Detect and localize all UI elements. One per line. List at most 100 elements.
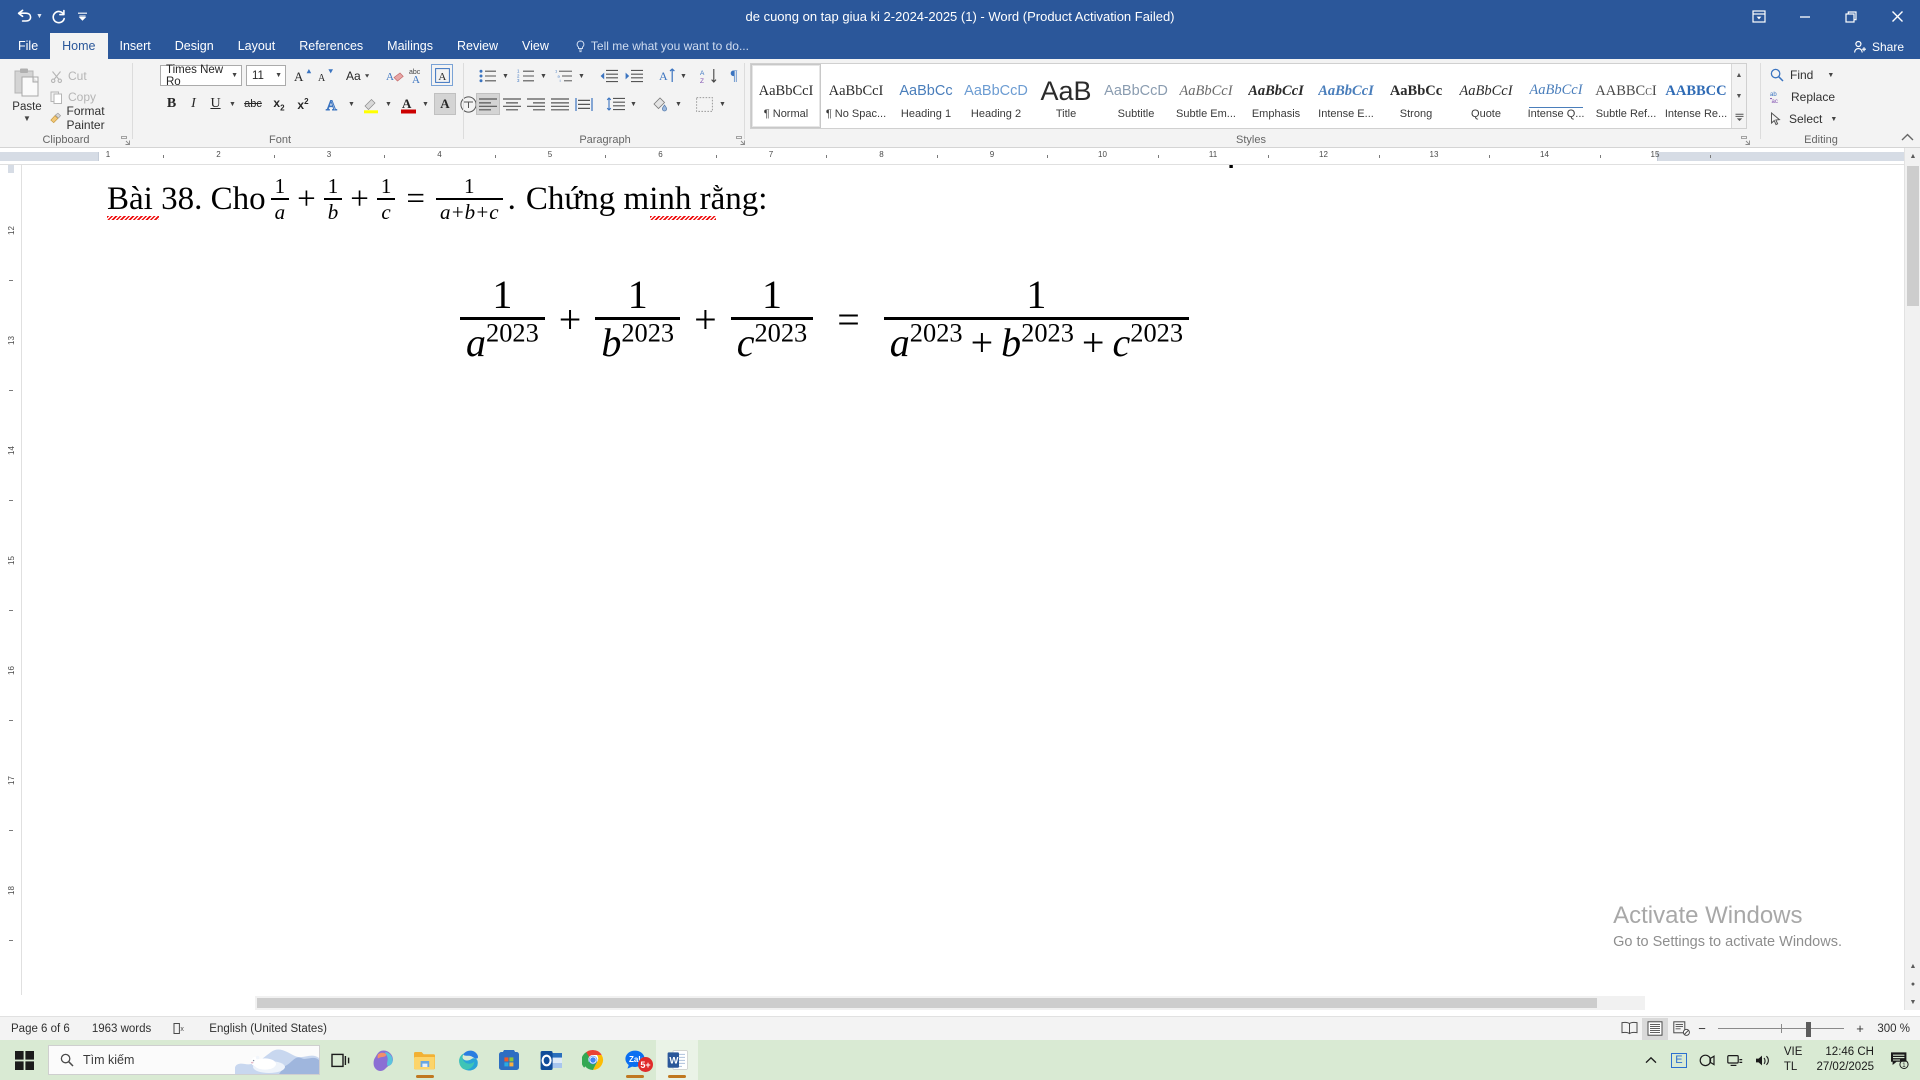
bullets-caret[interactable]: ▼	[499, 65, 512, 87]
styles-gallery[interactable]: AaBbCcI ¶ Normal AaBbCcI ¶ No Spac... Aa…	[750, 63, 1747, 129]
zoom-level[interactable]: 300 %	[1868, 1023, 1920, 1035]
select-dropdown-caret[interactable]: ▼	[1830, 116, 1837, 123]
numbering-icon[interactable]: 123	[514, 65, 538, 87]
horizontal-ruler[interactable]: 1 2 3 4 5 6 7 8 9 10 11 12 13 14 15	[0, 148, 1920, 165]
vertical-scroll-thumb[interactable]	[1907, 166, 1919, 306]
start-button[interactable]	[0, 1040, 48, 1080]
style-no-spacing[interactable]: AaBbCcI ¶ No Spac...	[821, 64, 891, 128]
align-left-icon[interactable]	[476, 93, 500, 115]
tell-me-search[interactable]: Tell me what you want to do...	[561, 33, 749, 59]
show-formatting-marks-icon[interactable]: ¶	[723, 65, 745, 87]
next-page-icon[interactable]: ▼	[1905, 994, 1920, 1010]
close-button[interactable]	[1874, 0, 1920, 33]
styles-dialog-launcher[interactable]	[1741, 136, 1750, 145]
tab-home[interactable]: Home	[50, 33, 108, 59]
share-button[interactable]: Share	[1845, 36, 1912, 57]
style-strong[interactable]: AaBbCc Strong	[1381, 64, 1451, 128]
volume-icon[interactable]	[1750, 1040, 1776, 1080]
edge-button[interactable]	[446, 1040, 488, 1080]
ribbon-display-options-icon[interactable]	[1736, 0, 1782, 33]
document-page[interactable]: 4 Bài 38. Cho 1 a + 1 b + 1 c	[22, 165, 1902, 1010]
style-subtitle[interactable]: AaBbCcD Subtitle	[1101, 64, 1171, 128]
print-layout-icon[interactable]	[1642, 1017, 1668, 1040]
tab-insert[interactable]: Insert	[108, 33, 163, 59]
horizontal-scroll-thumb[interactable]	[257, 998, 1597, 1008]
styles-scroll-up-icon[interactable]: ▲	[1732, 65, 1746, 85]
style-heading-1[interactable]: AaBbCс Heading 1	[891, 64, 961, 128]
style-subtle-emphasis[interactable]: AaBbCcI Subtle Em...	[1171, 64, 1241, 128]
keyboard-language-indicator[interactable]: VIE TL	[1778, 1045, 1807, 1075]
collapse-ribbon-icon[interactable]	[1901, 133, 1914, 145]
word-button[interactable]: W	[656, 1040, 698, 1080]
styles-scroll-down-icon[interactable]: ▼	[1732, 86, 1746, 106]
previous-page-icon[interactable]: ▲	[1905, 958, 1920, 974]
multilevel-list-caret[interactable]: ▼	[575, 65, 588, 87]
ime-indicator[interactable]: E	[1666, 1040, 1692, 1080]
read-mode-icon[interactable]	[1616, 1018, 1642, 1040]
file-explorer-button[interactable]	[404, 1040, 446, 1080]
increase-indent-icon[interactable]	[621, 65, 646, 87]
zalo-button[interactable]: Zalo 5+	[614, 1040, 656, 1080]
style-heading-2[interactable]: AaBbCcD Heading 2	[961, 64, 1031, 128]
justify-icon[interactable]	[548, 93, 572, 115]
tab-mailings[interactable]: Mailings	[375, 33, 445, 59]
microsoft-store-button[interactable]	[488, 1040, 530, 1080]
tab-references[interactable]: References	[287, 33, 375, 59]
scroll-up-icon[interactable]: ▲	[1905, 148, 1920, 164]
style-intense-reference[interactable]: AABBCC Intense Re...	[1661, 64, 1731, 128]
webcam-icon[interactable]	[1694, 1040, 1720, 1080]
style-emphasis[interactable]: AaBbCcI Emphasis	[1241, 64, 1311, 128]
numbering-caret[interactable]: ▼	[537, 65, 550, 87]
word-count[interactable]: 1963 words	[81, 1023, 162, 1035]
document-scroll-area[interactable]: 4 Bài 38. Cho 1 a + 1 b + 1 c	[22, 165, 1902, 1010]
zoom-slider[interactable]	[1718, 1018, 1844, 1040]
find-button[interactable]: Find ▼	[1770, 64, 1834, 86]
chrome-button[interactable]	[572, 1040, 614, 1080]
find-dropdown-caret[interactable]: ▼	[1827, 72, 1834, 79]
sort-caret[interactable]: ▼	[677, 65, 690, 87]
decrease-indent-icon[interactable]	[596, 65, 621, 87]
vertical-scrollbar[interactable]: ▲ ▲ ● ▼	[1904, 148, 1920, 1010]
align-right-icon[interactable]	[524, 93, 548, 115]
outlook-button[interactable]	[530, 1040, 572, 1080]
tab-file[interactable]: File	[6, 33, 50, 59]
multilevel-list-icon[interactable]: 1ai	[552, 65, 576, 87]
select-button[interactable]: Select ▼	[1770, 108, 1837, 130]
tab-view[interactable]: View	[510, 33, 561, 59]
bullets-icon[interactable]	[476, 65, 500, 87]
line-spacing-icon[interactable]	[603, 93, 627, 115]
sort-icon[interactable]: A	[654, 65, 678, 87]
network-icon[interactable]	[1722, 1040, 1748, 1080]
tab-review[interactable]: Review	[445, 33, 510, 59]
horizontal-scrollbar[interactable]	[255, 996, 1645, 1010]
restore-button[interactable]	[1828, 0, 1874, 33]
vertical-ruler[interactable]: 12 13 14 15 16 17 18	[0, 165, 22, 995]
styles-gallery-scrollbar[interactable]: ▲ ▼	[1731, 64, 1746, 128]
zoom-thumb[interactable]	[1806, 1021, 1811, 1037]
style-normal[interactable]: AaBbCcI ¶ Normal	[751, 64, 821, 128]
zoom-in-button[interactable]: +	[1852, 1021, 1868, 1036]
show-hidden-icons-button[interactable]	[1638, 1040, 1664, 1080]
tab-design[interactable]: Design	[163, 33, 226, 59]
language-indicator[interactable]: English (United States)	[198, 1023, 338, 1035]
style-intense-emphasis[interactable]: AaBbCcI Intense E...	[1311, 64, 1381, 128]
borders-caret[interactable]: ▼	[716, 93, 729, 115]
notification-center-button[interactable]: 1	[1884, 1040, 1914, 1080]
task-view-button[interactable]	[320, 1040, 362, 1080]
shading-icon[interactable]	[648, 93, 672, 115]
replace-button[interactable]: ab ac Replace	[1770, 86, 1835, 108]
sort-az-icon[interactable]: AZ	[697, 65, 721, 87]
clock[interactable]: 12:46 CH 27/02/2025	[1808, 1045, 1882, 1075]
line-spacing-caret[interactable]: ▼	[627, 93, 640, 115]
style-quote[interactable]: AaBbCcI Quote	[1451, 64, 1521, 128]
zoom-out-button[interactable]: −	[1694, 1021, 1710, 1036]
tab-layout[interactable]: Layout	[226, 33, 288, 59]
borders-icon[interactable]	[692, 93, 716, 115]
styles-more-icon[interactable]	[1732, 107, 1746, 127]
taskbar-search-box[interactable]: Tìm kiếm	[48, 1045, 320, 1075]
page-indicator[interactable]: Page 6 of 6	[0, 1023, 81, 1035]
select-browse-object-icon[interactable]: ●	[1905, 976, 1920, 992]
shading-caret[interactable]: ▼	[672, 93, 685, 115]
align-center-icon[interactable]	[500, 93, 524, 115]
minimize-button[interactable]	[1782, 0, 1828, 33]
